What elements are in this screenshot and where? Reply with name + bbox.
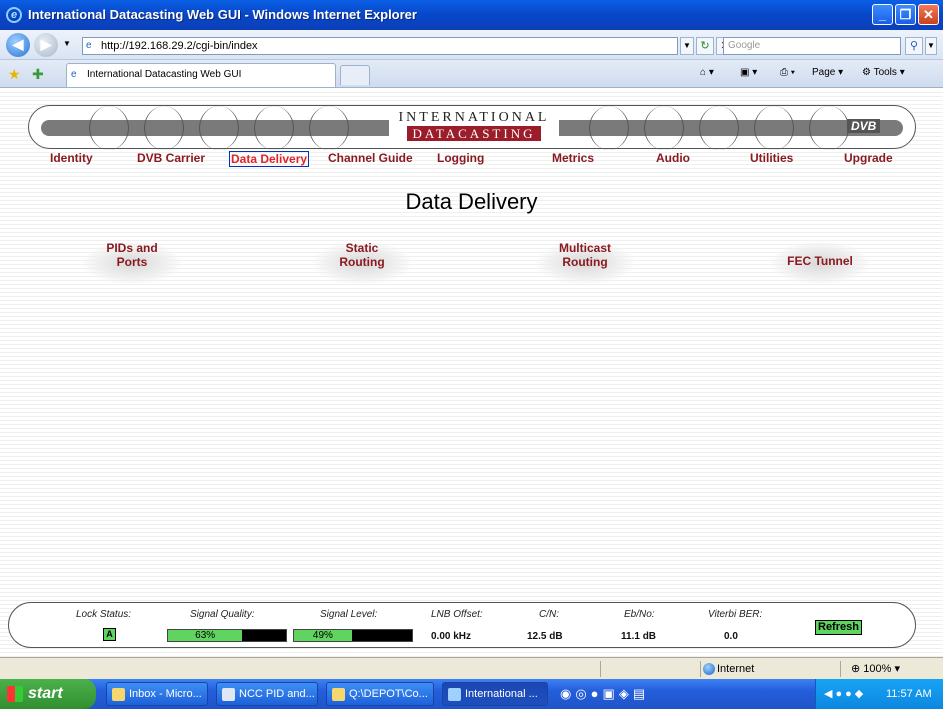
nav-channel-guide[interactable]: Channel Guide	[328, 151, 413, 165]
nav-divider	[589, 106, 629, 150]
browser-status-bar: Internet ⊕ 100% ▾	[0, 657, 943, 679]
nav-data-delivery[interactable]: Data Delivery	[229, 151, 310, 167]
signal-quality-fill: 63%	[168, 630, 243, 641]
nav-divider	[309, 106, 349, 150]
page-content: INTERNATIONAL DATACASTING DVB Identity D…	[0, 89, 943, 657]
nav-divider	[809, 106, 849, 150]
tab-page-icon: e	[71, 69, 77, 80]
url-text: http://192.168.29.2/cgi-bin/index	[101, 40, 258, 52]
page-icon: e	[86, 40, 92, 51]
zoom-icon: ⊕	[851, 663, 861, 675]
lnb-offset-value: 0.00 kHz	[431, 631, 472, 642]
new-tab-button[interactable]	[340, 65, 370, 85]
refresh-button[interactable]: Refresh	[815, 620, 862, 635]
system-tray: ◀●●◆ 11:57 AM	[815, 679, 943, 709]
multicast-routing-button[interactable]: Multicast Routing	[535, 241, 635, 285]
lnb-offset-label: LNB Offset:	[431, 609, 483, 620]
task-ncc-pid[interactable]: NCC PID and...	[216, 682, 318, 706]
nav-upgrade[interactable]: Upgrade	[844, 151, 893, 165]
address-toolbar: ◀ ▶ ▼ e http://192.168.29.2/cgi-bin/inde…	[0, 30, 943, 60]
folder-icon	[332, 688, 345, 701]
ebno-label: Eb/No:	[624, 609, 655, 620]
nav-divider	[644, 106, 684, 150]
start-button[interactable]: start	[0, 679, 96, 709]
address-dropdown-button[interactable]: ▼	[680, 37, 694, 55]
window-title: International Datacasting Web GUI - Wind…	[28, 7, 417, 22]
search-options-button[interactable]: ▼	[925, 37, 937, 55]
viterbi-ber-label: Viterbi BER:	[708, 609, 763, 620]
signal-level-meter: 49%	[293, 629, 413, 642]
lock-status-label: Lock Status:	[76, 609, 132, 620]
task-inbox[interactable]: Inbox - Micro...	[106, 682, 208, 706]
back-button[interactable]: ◀	[6, 33, 30, 57]
quick-launch-icons[interactable]: ◉◎●▣◈▤	[560, 686, 649, 702]
cn-value: 12.5 dB	[527, 631, 563, 642]
nav-audio[interactable]: Audio	[656, 151, 690, 165]
forward-button[interactable]: ▶	[34, 33, 58, 57]
internet-globe-icon	[703, 663, 715, 675]
nav-divider	[89, 106, 129, 150]
lock-status-indicator: A	[103, 628, 116, 641]
tab-toolbar: ★ ✚ e International Datacasting Web GUI …	[0, 60, 943, 88]
nav-metrics[interactable]: Metrics	[552, 151, 594, 165]
tab-current[interactable]: e International Datacasting Web GUI	[66, 63, 336, 87]
refresh-page-button[interactable]: ↻	[696, 37, 714, 55]
taskbar: start Inbox - Micro... NCC PID and... Q:…	[0, 679, 943, 709]
nav-utilities[interactable]: Utilities	[750, 151, 793, 165]
signal-quality-meter: 63%	[167, 629, 287, 642]
minimize-button[interactable]: _	[872, 4, 893, 25]
international-datacasting-logo: INTERNATIONAL DATACASTING	[389, 110, 559, 146]
signal-level-label: Signal Level:	[320, 609, 378, 620]
address-field[interactable]: e http://192.168.29.2/cgi-bin/index	[82, 37, 678, 55]
dvb-logo: DVB	[847, 119, 881, 133]
security-zone: Internet	[700, 661, 820, 677]
window-title-bar[interactable]: e International Datacasting Web GUI - Wi…	[0, 0, 943, 30]
search-input[interactable]: Google	[723, 37, 901, 55]
viterbi-ber-value: 0.0	[724, 631, 738, 642]
favorites-star-icon[interactable]: ★	[8, 66, 21, 83]
nav-divider	[199, 106, 239, 150]
tab-title: International Datacasting Web GUI	[87, 69, 242, 80]
home-icon[interactable]: ⌂ ▾	[700, 67, 714, 78]
cn-label: C/N:	[539, 609, 559, 620]
add-favorite-icon[interactable]: ✚	[32, 66, 44, 83]
page-menu[interactable]: Page ▾	[812, 67, 843, 78]
nav-divider	[144, 106, 184, 150]
nav-divider	[699, 106, 739, 150]
clock: 11:57 AM	[886, 688, 932, 700]
static-routing-button[interactable]: Static Routing	[312, 241, 412, 285]
nav-dvb-carrier[interactable]: DVB Carrier	[137, 151, 205, 165]
close-button[interactable]: ✕	[918, 4, 939, 25]
task-international[interactable]: International ...	[442, 682, 548, 706]
search-icon[interactable]: ⚲	[905, 37, 923, 55]
zoom-level[interactable]: ⊕ 100% ▾	[840, 661, 940, 677]
print-icon[interactable]: ⎙ ▾	[780, 67, 795, 78]
fec-tunnel-button[interactable]: FEC Tunnel	[770, 241, 870, 285]
windows-flag-icon	[7, 686, 23, 702]
outlook-icon	[112, 688, 125, 701]
task-depot-folder[interactable]: Q:\DEPOT\Co...	[326, 682, 434, 706]
tools-menu[interactable]: ⚙ Tools ▾	[862, 67, 905, 78]
ie-logo-icon: e	[6, 7, 22, 23]
nav-divider	[254, 106, 294, 150]
feeds-icon[interactable]: ▣ ▾	[740, 67, 757, 78]
nav-band: INTERNATIONAL DATACASTING DVB	[28, 105, 916, 150]
maximize-button[interactable]: ❐	[895, 4, 916, 25]
signal-level-fill: 49%	[294, 630, 352, 641]
pids-and-ports-button[interactable]: PIDs and Ports	[82, 241, 182, 285]
document-icon	[222, 688, 235, 701]
signal-quality-label: Signal Quality:	[190, 609, 255, 620]
page-title: Data Delivery	[405, 189, 538, 214]
nav-logging[interactable]: Logging	[437, 151, 484, 165]
history-dropdown-icon[interactable]: ▼	[63, 39, 71, 48]
ebno-value: 11.1 dB	[621, 631, 657, 642]
status-cell	[600, 661, 700, 677]
tray-icons[interactable]: ◀●●◆	[824, 679, 866, 709]
nav-identity[interactable]: Identity	[50, 151, 93, 165]
nav-divider	[754, 106, 794, 150]
ie-icon	[448, 688, 461, 701]
status-band: Lock Status: A Signal Quality: 63% Signa…	[8, 602, 916, 648]
